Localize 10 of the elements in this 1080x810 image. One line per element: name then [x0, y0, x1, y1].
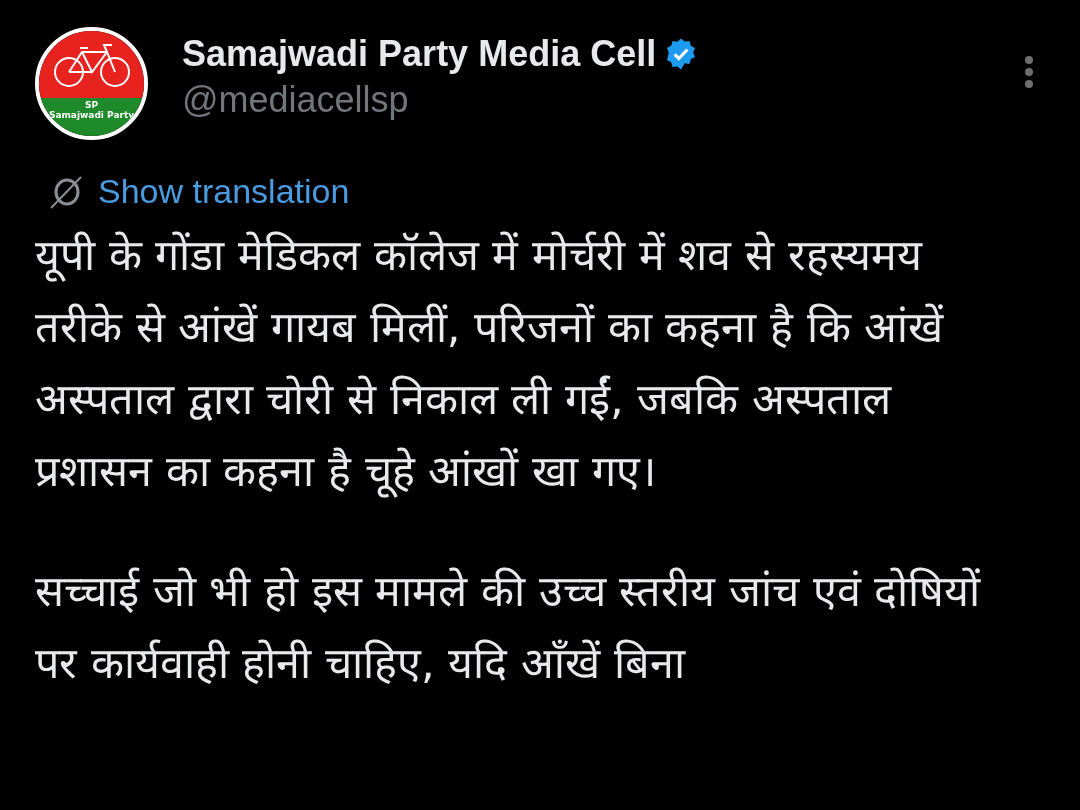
more-options-icon[interactable] — [1023, 55, 1035, 89]
party-logo-avatar[interactable]: SP Samajwadi Party — [35, 27, 148, 140]
show-translation-link[interactable]: Show translation — [98, 172, 350, 211]
tweet-paragraph: यूपी के गोंडा मेडिकल कॉलेज में मोर्चरी में शव से रहस्यमय तरीके से आंखें गायब मिलीं, परिजनों का कहना है कि आंखें अस्पताल द्वारा चोरी से निकाल ली गईं, जबकि अस्पताल प्रशासन का कहना है चूहे आंखों खा गए। — [35, 229, 945, 500]
author-handle[interactable]: @mediacellsp — [182, 79, 989, 121]
logo-caption: Samajwadi Party — [48, 110, 135, 121]
logo-abbreviation: SP — [84, 100, 99, 111]
author-name[interactable]: Samajwadi Party Media Cell — [182, 33, 657, 75]
bicycle-icon — [51, 41, 132, 88]
tweet-paragraph: सच्चाई जो भी हो इस मामले की उच्च स्तरीय जांच एवं दोषियों पर कार्यवाही होनी चाहिए, यदि आँखें बिना — [35, 565, 982, 690]
